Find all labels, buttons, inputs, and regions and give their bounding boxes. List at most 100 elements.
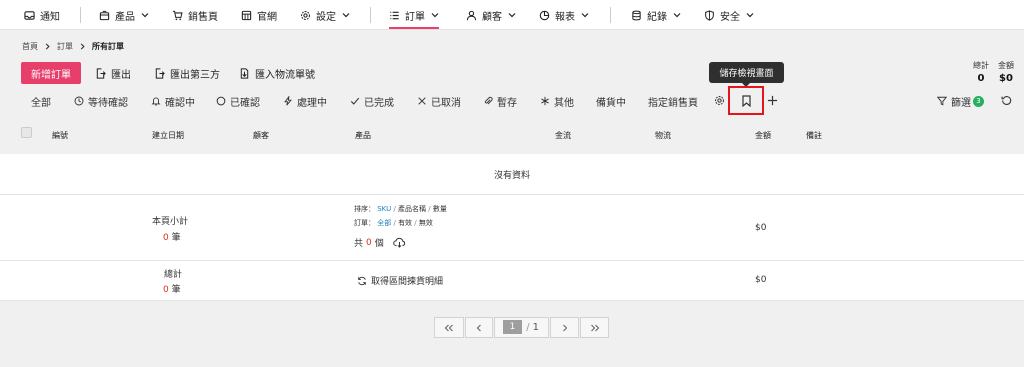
filter-confirmed[interactable]: 已確認 — [216, 92, 260, 110]
filter-confirming[interactable]: 確認中 — [151, 92, 195, 110]
filter-cancelled-label: 已取消 — [431, 97, 461, 109]
download-button[interactable] — [392, 237, 406, 248]
export-label: 匯出 — [111, 69, 131, 81]
nav-sales-page[interactable]: 銷售頁 — [172, 0, 218, 30]
subtotal-row: 本頁小計 0 筆 排序： SKU / 產品名稱 / 數量 訂單： 全部 / 有效… — [0, 195, 1024, 261]
nav-website[interactable]: 官網 — [241, 0, 277, 30]
add-view-button[interactable] — [765, 93, 779, 107]
view-settings-button[interactable] — [713, 94, 726, 107]
export-button[interactable]: 匯出 — [95, 62, 131, 84]
chevron-down-icon — [508, 13, 516, 18]
filter-completed[interactable]: 已完成 — [350, 92, 394, 110]
filter-all-label: 全部 — [31, 97, 51, 109]
file-export-icon — [96, 67, 106, 79]
subtotal-amount: $0 — [755, 223, 767, 233]
filter-draft-label: 暫存 — [497, 97, 517, 109]
filter-button[interactable]: 篩選 3 — [937, 92, 984, 110]
filter-completed-label: 已完成 — [364, 97, 394, 109]
header-number[interactable]: 編號 — [52, 130, 68, 141]
cloud-download-icon — [392, 237, 405, 248]
box-icon — [99, 10, 110, 20]
filter-all[interactable]: 全部 — [31, 92, 51, 110]
import-tracking-button[interactable]: 匯入物流單號 — [239, 62, 315, 84]
reset-button[interactable] — [999, 93, 1013, 107]
order-invalid[interactable]: 無效 — [419, 219, 433, 227]
header-created[interactable]: 建立日期 — [152, 130, 184, 141]
total-amount-value: $0 — [999, 73, 1013, 84]
inbox-icon — [24, 10, 35, 20]
last-page-button[interactable] — [580, 317, 609, 338]
total-label: 總計 — [164, 270, 183, 280]
divider: / — [414, 219, 417, 227]
order-valid[interactable]: 有效 — [398, 219, 412, 227]
header-notes[interactable]: 備註 — [806, 130, 822, 141]
no-data-text: 沒有資料 — [493, 170, 530, 181]
filter-stocking[interactable]: 備貨中 — [596, 92, 626, 110]
store-icon — [241, 10, 252, 20]
filter-button-label: 篩選 — [951, 97, 971, 109]
close-icon — [418, 97, 426, 105]
nav-products[interactable]: 產品 — [99, 0, 149, 30]
sort-product-name[interactable]: 產品名稱 — [398, 205, 426, 213]
order-label: 訂單： — [354, 219, 375, 227]
prev-page-button[interactable] — [465, 317, 493, 338]
export-third-party-button[interactable]: 匯出第三方 — [154, 62, 220, 84]
item-total-count: 0 — [366, 237, 372, 248]
breadcrumb-orders[interactable]: 訂單 — [57, 41, 73, 52]
cart-icon — [172, 10, 183, 20]
breadcrumb-current: 所有訂單 — [92, 42, 124, 51]
chevron-down-icon — [141, 13, 149, 18]
chevron-down-icon — [581, 13, 589, 18]
nav-reports[interactable]: 報表 — [539, 0, 589, 30]
total-amount-label: 金額 — [998, 61, 1014, 70]
total-count-label: 總計 — [973, 61, 989, 70]
total-amount-stat: 金額 $0 — [998, 60, 1014, 84]
new-order-button[interactable]: 新增訂單 — [21, 62, 81, 84]
subtotal-count-line: 0 筆 — [163, 230, 181, 243]
page-separator: / — [526, 322, 530, 333]
sort-quantity[interactable]: 數量 — [433, 205, 447, 213]
filter-assigned-page[interactable]: 指定銷售頁 — [648, 92, 698, 110]
sort-sku[interactable]: SKU — [377, 205, 391, 213]
nav-website-label: 官網 — [257, 11, 277, 23]
filter-pending[interactable]: 等待確認 — [74, 92, 128, 110]
nav-notify[interactable]: 通知 — [24, 0, 60, 30]
header-customer[interactable]: 顧客 — [253, 130, 269, 141]
filter-other[interactable]: 其他 — [540, 92, 574, 110]
nav-orders[interactable]: 訂單 — [389, 0, 439, 30]
check-icon — [350, 97, 360, 105]
fetch-picking-details-link[interactable]: 取得區間揀貨明細 — [357, 274, 443, 287]
nav-divider — [610, 7, 611, 23]
database-icon — [632, 10, 641, 20]
first-page-button[interactable] — [434, 317, 464, 338]
chevron-right-icon — [45, 43, 50, 50]
header-product[interactable]: 產品 — [355, 130, 371, 141]
header-cash-flow[interactable]: 金流 — [555, 130, 571, 141]
total-row: 總計 0 筆 取得區間揀貨明細 $0 — [0, 261, 1024, 301]
user-icon — [466, 10, 477, 20]
chevron-left-icon — [476, 324, 481, 331]
filter-count-badge: 3 — [973, 95, 984, 107]
nav-settings[interactable]: 設定 — [300, 0, 350, 30]
order-all[interactable]: 全部 — [377, 219, 391, 227]
chevron-down-icon — [431, 13, 439, 18]
total-row-amount: $0 — [755, 275, 767, 285]
nav-logs[interactable]: 紀錄 — [631, 0, 681, 30]
breadcrumb-home[interactable]: 首頁 — [22, 41, 38, 52]
filter-cancelled[interactable]: 已取消 — [417, 92, 461, 110]
nav-security[interactable]: 安全 — [704, 0, 754, 30]
header-amount[interactable]: 金額 — [755, 130, 771, 141]
order-options: 訂單： 全部 / 有效 / 無效 — [354, 218, 433, 228]
subtotal-label: 本頁小計 — [152, 217, 189, 227]
filter-processing[interactable]: 處理中 — [283, 92, 327, 110]
total-row-count: 0 — [163, 285, 169, 295]
total-row-unit: 筆 — [171, 285, 181, 295]
nav-customers[interactable]: 顧客 — [466, 0, 516, 30]
next-page-button[interactable] — [550, 317, 579, 338]
nav-logs-label: 紀錄 — [647, 11, 667, 23]
export-third-party-label: 匯出第三方 — [170, 69, 220, 81]
filter-draft[interactable]: 暫存 — [483, 92, 517, 110]
plus-icon — [767, 95, 777, 105]
current-page-input[interactable]: 1 — [503, 320, 522, 334]
header-logistics[interactable]: 物流 — [655, 130, 671, 141]
